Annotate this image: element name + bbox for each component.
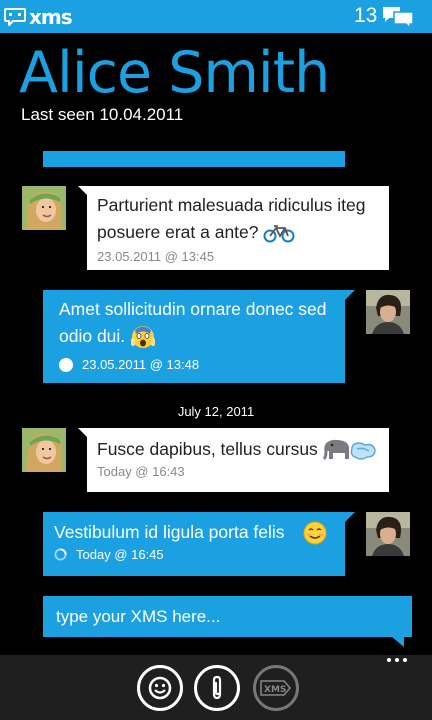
date-separator: July 12, 2011	[177, 404, 255, 419]
top-bar: xms 13	[0, 0, 432, 33]
message-bubble-outgoing[interactable]: Vestibulum id ligula porta felis Today @…	[43, 512, 355, 576]
message-text: Vestibulum id ligula porta felis	[54, 522, 285, 542]
sending-spinner-icon	[54, 548, 67, 561]
message-input[interactable]	[43, 596, 412, 637]
avatar[interactable]	[366, 290, 410, 334]
avatar[interactable]	[22, 186, 66, 230]
message-timestamp: Today @ 16:43	[97, 464, 185, 480]
user-avatar-image	[366, 512, 410, 556]
bicycle-emoji-icon	[263, 225, 295, 243]
message-bubble-outgoing[interactable]: Amet sollicitudin ornare donec sed odio …	[43, 290, 355, 383]
contact-avatar-image	[22, 186, 66, 230]
message-text: Parturient malesuada ridiculus iteg posu…	[97, 195, 366, 242]
smiling-face-emoji-icon	[303, 521, 327, 545]
message-bubble-incoming[interactable]: Fusce dapibus, tellus cursus Today @ 16:…	[78, 428, 389, 492]
contact-avatar-image	[22, 428, 66, 472]
message-timestamp: 23.05.2011 @ 13:45	[97, 249, 215, 264]
compose-box[interactable]	[43, 596, 412, 647]
send-button-label: XMS	[264, 685, 286, 695]
screaming-face-emoji-icon	[131, 326, 156, 349]
message-timestamp: Today @ 16:45	[76, 547, 164, 563]
emoticons-button[interactable]	[137, 665, 183, 711]
application-bar: XMS	[0, 655, 432, 720]
avatar[interactable]	[22, 428, 66, 472]
previous-message-strip	[43, 151, 345, 167]
xms-logo-icon	[4, 7, 26, 26]
contact-name: Alice Smith	[19, 40, 330, 106]
user-avatar-image	[366, 290, 410, 334]
unread-count: 13	[354, 4, 378, 27]
smiley-icon	[148, 676, 172, 700]
conversations-icon[interactable]	[382, 5, 414, 29]
message-bubble-incoming[interactable]: Parturient malesuada ridiculus iteg posu…	[78, 186, 389, 270]
attach-button[interactable]	[194, 665, 240, 711]
message-text: Amet sollicitudin ornare donec sed odio …	[59, 299, 327, 346]
elephant-dash-emoji-icon	[322, 440, 376, 461]
app-name: xms	[29, 5, 73, 29]
message-text: Fusce dapibus, tellus cursus	[97, 439, 318, 459]
app-logo: xms	[4, 5, 73, 29]
sent-status-icon	[59, 357, 73, 372]
xms-send-icon: XMS	[260, 680, 291, 696]
send-button[interactable]: XMS	[253, 665, 299, 711]
last-seen: Last seen 10.04.2011	[21, 105, 184, 124]
avatar[interactable]	[366, 512, 410, 556]
paperclip-icon	[212, 675, 222, 700]
more-options-button[interactable]	[387, 658, 407, 662]
message-timestamp: 23.05.2011 @ 13:48	[82, 357, 200, 373]
